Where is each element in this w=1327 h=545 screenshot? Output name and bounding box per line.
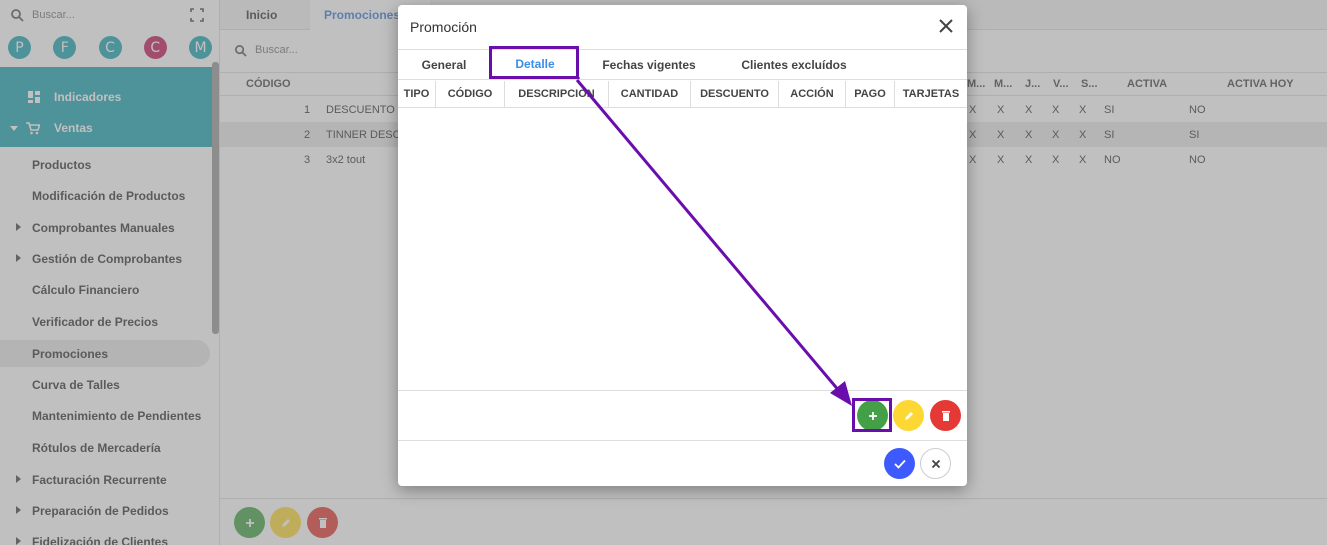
dialog-tabs: General Detalle Fechas vigentes Clientes… — [398, 49, 967, 80]
col-codigo[interactable]: CÓDIGO — [436, 81, 505, 107]
close-icon[interactable] — [937, 17, 955, 35]
check-icon — [893, 459, 906, 469]
col-cantidad[interactable]: CANTIDAD — [609, 81, 691, 107]
edit-detail-button[interactable] — [893, 400, 924, 431]
tab-fechas-vigentes[interactable]: Fechas vigentes — [590, 50, 708, 79]
close-icon — [931, 459, 940, 468]
tab-general[interactable]: General — [398, 50, 490, 79]
detalle-grid-body — [398, 108, 967, 391]
pencil-icon — [904, 411, 913, 420]
delete-detail-button[interactable] — [930, 400, 961, 431]
cancel-button[interactable] — [920, 448, 951, 479]
dialog-footer — [398, 441, 967, 486]
trash-icon — [941, 410, 950, 421]
col-accion[interactable]: ACCIÓN — [779, 81, 846, 107]
col-descripcion[interactable]: DESCRIPCIÓN — [505, 81, 609, 107]
col-pago[interactable]: PAGO — [846, 81, 895, 107]
detalle-grid-header: TIPO CÓDIGO DESCRIPCIÓN CANTIDAD DESCUEN… — [398, 81, 967, 108]
col-tarjetas[interactable]: TARJETAS — [895, 81, 967, 107]
dialog-title: Promoción — [410, 19, 477, 35]
confirm-button[interactable] — [884, 448, 915, 479]
annotation-highlight-detalle — [489, 46, 579, 79]
col-tipo[interactable]: TIPO — [398, 81, 436, 107]
tab-clientes-excluidos[interactable]: Clientes excluídos — [718, 50, 870, 79]
annotation-highlight-add — [852, 398, 892, 432]
col-descuento[interactable]: DESCUENTO — [691, 81, 779, 107]
